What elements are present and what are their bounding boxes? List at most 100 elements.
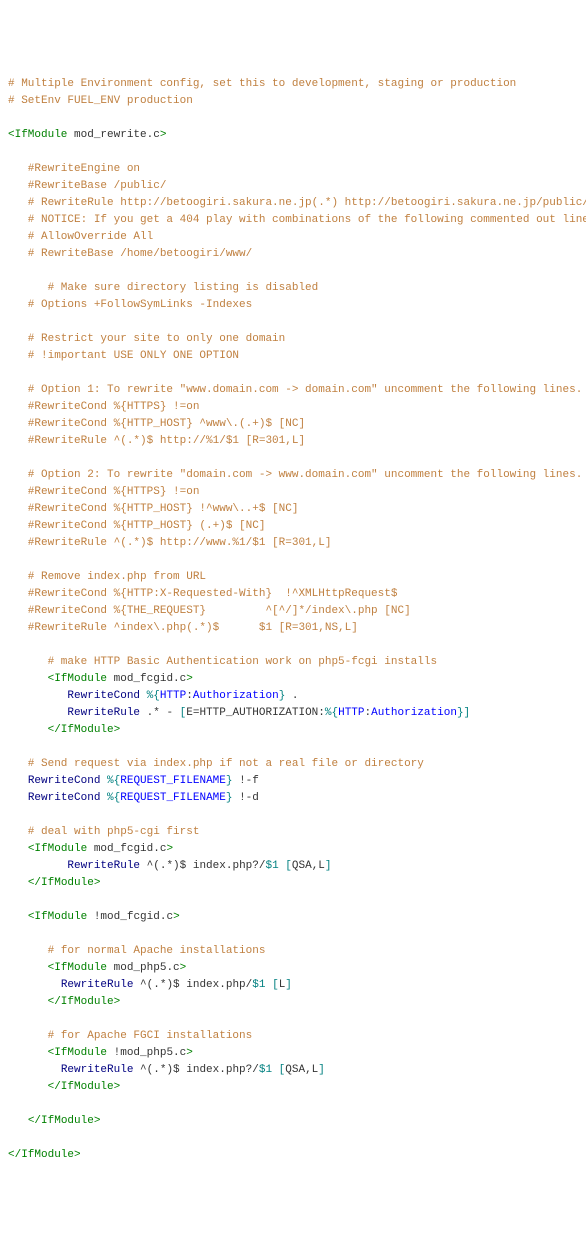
code-segment: !-d (232, 792, 258, 804)
code-line: # SetEnv FUEL_ENV production (8, 93, 578, 110)
code-segment (8, 877, 28, 889)
code-line (8, 552, 578, 569)
code-line: # AllowOverride All (8, 229, 578, 246)
code-segment (8, 1081, 48, 1093)
code-segment: <IfModule (28, 911, 87, 923)
code-line: </IfModule> (8, 1079, 578, 1096)
code-segment: mod_fcgid.c (87, 843, 166, 855)
code-line: #RewriteCond %{HTTP_HOST} ^www\.(.+)$ [N… (8, 416, 578, 433)
code-line: RewriteRule ^(.*)$ index.php/$1 [L] (8, 977, 578, 994)
code-segment: REQUEST_FILENAME (120, 775, 226, 787)
code-segment: #RewriteCond %{HTTP_HOST} (.+)$ [NC] (8, 520, 265, 532)
code-line: # make HTTP Basic Authentication work on… (8, 654, 578, 671)
code-line: RewriteRule ^(.*)$ index.php?/$1 [QSA,L] (8, 858, 578, 875)
code-line (8, 1011, 578, 1028)
code-segment: ^(.*)$ index.php?/ (140, 860, 265, 872)
code-segment (8, 775, 28, 787)
code-segment: ^(.*)$ index.php?/ (133, 1064, 258, 1076)
code-line (8, 365, 578, 382)
code-segment: </IfModule> (28, 1115, 101, 1127)
code-segment: #RewriteRule ^(.*)$ http://%1/$1 [R=301,… (8, 435, 305, 447)
code-line (8, 1130, 578, 1147)
code-line: <IfModule mod_php5.c> (8, 960, 578, 977)
code-line: # Options +FollowSymLinks -Indexes (8, 297, 578, 314)
code-segment: # SetEnv FUEL_ENV production (8, 95, 193, 107)
code-segment: ] (325, 860, 332, 872)
code-block: # Multiple Environment config, set this … (8, 76, 578, 1164)
code-line: # for normal Apache installations (8, 943, 578, 960)
code-line: <IfModule mod_fcgid.c> (8, 841, 578, 858)
code-segment: #RewriteCond %{HTTPS} !=on (8, 486, 199, 498)
code-line: #RewriteRule ^index\.php(.*)$ $1 [R=301,… (8, 620, 578, 637)
code-line (8, 926, 578, 943)
code-line: #RewriteRule ^(.*)$ http://%1/$1 [R=301,… (8, 433, 578, 450)
code-segment: # Option 2: To rewrite "domain.com -> ww… (8, 469, 582, 481)
code-segment: mod_php5.c (107, 962, 180, 974)
code-line: # Restrict your site to only one domain (8, 331, 578, 348)
code-segment: </IfModule> (28, 877, 101, 889)
code-line (8, 110, 578, 127)
code-line: RewriteRule ^(.*)$ index.php?/$1 [QSA,L] (8, 1062, 578, 1079)
code-line: </IfModule> (8, 722, 578, 739)
code-segment: mod_fcgid.c (107, 673, 186, 685)
code-line: RewriteRule .* - [E=HTTP_AUTHORIZATION:%… (8, 705, 578, 722)
code-line: </IfModule> (8, 994, 578, 1011)
code-segment (8, 690, 67, 702)
code-segment: # Make sure directory listing is disable… (8, 282, 318, 294)
code-line: # RewriteRule http://betoogiri.sakura.ne… (8, 195, 578, 212)
code-line: <IfModule !mod_php5.c> (8, 1045, 578, 1062)
code-line: RewriteCond %{HTTP:Authorization} . (8, 688, 578, 705)
code-segment: %{ (107, 775, 120, 787)
code-segment: #RewriteCond %{THE_REQUEST} ^[^/]*/index… (8, 605, 411, 617)
code-segment: # for Apache FGCI installations (8, 1030, 252, 1042)
code-segment: <IfModule (28, 843, 87, 855)
code-line: #RewriteCond %{HTTPS} !=on (8, 399, 578, 416)
code-line: # Make sure directory listing is disable… (8, 280, 578, 297)
code-line: #RewriteCond %{HTTP_HOST} (.+)$ [NC] (8, 518, 578, 535)
code-segment: </IfModule> (48, 996, 121, 1008)
code-segment (8, 792, 28, 804)
code-segment: RewriteRule (67, 860, 140, 872)
code-segment: HTTP (338, 707, 364, 719)
code-segment: # RewriteBase /home/betoogiri/www/ (8, 248, 252, 260)
code-line: RewriteCond %{REQUEST_FILENAME} !-f (8, 773, 578, 790)
code-segment: RewriteRule (61, 1064, 134, 1076)
code-line (8, 263, 578, 280)
code-line: #RewriteCond %{HTTP:X-Requested-With} !^… (8, 586, 578, 603)
code-segment: %{ (147, 690, 160, 702)
code-segment (8, 911, 28, 923)
code-line: #RewriteRule ^(.*)$ http://www.%1/$1 [R=… (8, 535, 578, 552)
code-segment: : (186, 690, 193, 702)
code-segment (8, 1047, 48, 1059)
code-line: # Option 2: To rewrite "domain.com -> ww… (8, 467, 578, 484)
code-line: #RewriteEngine on (8, 161, 578, 178)
code-line: #RewriteCond %{THE_REQUEST} ^[^/]*/index… (8, 603, 578, 620)
code-segment: REQUEST_FILENAME (120, 792, 226, 804)
code-segment: #RewriteCond %{HTTP:X-Requested-With} !^… (8, 588, 397, 600)
code-segment: </IfModule> (48, 1081, 121, 1093)
code-segment (8, 1115, 28, 1127)
code-line (8, 892, 578, 909)
code-segment (272, 1064, 279, 1076)
code-segment (8, 707, 67, 719)
code-segment: QSA,L (285, 1064, 318, 1076)
code-line (8, 144, 578, 161)
code-segment: !-f (232, 775, 258, 787)
code-segment: #RewriteCond %{HTTPS} !=on (8, 401, 199, 413)
code-segment (140, 690, 147, 702)
code-segment: # Multiple Environment config, set this … (8, 78, 516, 90)
code-segment: !mod_php5.c (107, 1047, 186, 1059)
code-segment: !mod_fcgid.c (87, 911, 173, 923)
code-line: <IfModule mod_fcgid.c> (8, 671, 578, 688)
code-line: #RewriteCond %{HTTP_HOST} !^www\..+$ [NC… (8, 501, 578, 518)
code-segment: %{ (107, 792, 120, 804)
code-segment: > (186, 673, 193, 685)
code-segment: #RewriteBase /public/ (8, 180, 166, 192)
code-segment: # Option 1: To rewrite "www.domain.com -… (8, 384, 582, 396)
code-segment: <IfModule (8, 129, 67, 141)
code-line: # Multiple Environment config, set this … (8, 76, 578, 93)
code-line (8, 807, 578, 824)
code-line: # Send request via index.php if not a re… (8, 756, 578, 773)
code-segment: %{ (325, 707, 338, 719)
code-segment: [ (285, 860, 292, 872)
